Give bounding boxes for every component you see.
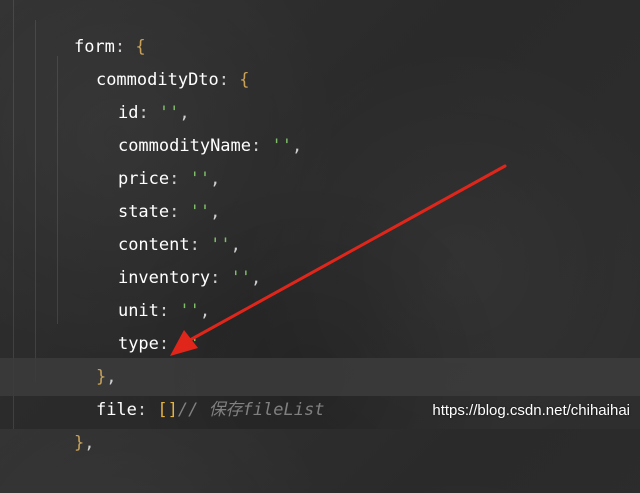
comma: , — [84, 433, 95, 453]
arrow-head — [170, 330, 198, 356]
annotation-arrow — [170, 164, 507, 356]
watermark-text: https://blog.csdn.net/chihaihai — [432, 402, 630, 419]
arrow-shaft — [188, 164, 507, 342]
close-brace: } — [73, 433, 85, 453]
